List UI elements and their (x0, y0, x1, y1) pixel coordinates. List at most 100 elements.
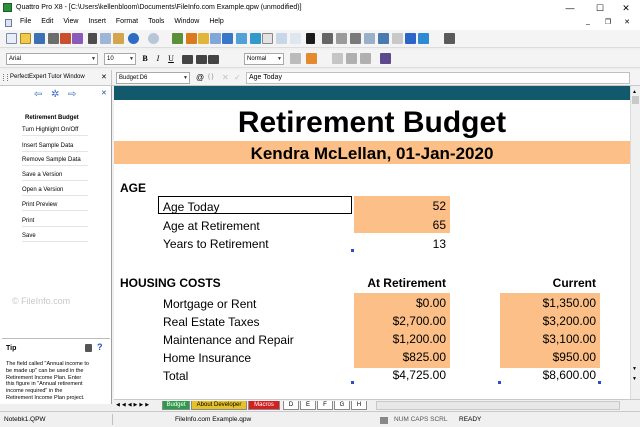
style-combo[interactable]: Normal ▼ (244, 53, 284, 65)
housing-current-value[interactable]: $1,350.00 (500, 296, 596, 310)
pin-icon[interactable] (85, 344, 92, 352)
quickfit-icon[interactable] (336, 33, 347, 44)
menu-edit[interactable]: Edit (41, 18, 53, 25)
font-size-combo[interactable]: 10 ▼ (104, 53, 136, 65)
print-icon[interactable] (48, 33, 59, 44)
housing-current-value[interactable]: $950.00 (500, 350, 596, 364)
menu-window[interactable]: Window (174, 18, 199, 25)
publish-pdf-icon[interactable] (60, 33, 71, 44)
font-combo[interactable]: Arial ▼ (6, 53, 98, 65)
grid-icon[interactable] (364, 33, 375, 44)
tab-budget[interactable]: Budget (162, 401, 190, 410)
tutor-item-save-version[interactable]: Save a Version (22, 169, 88, 181)
scroll-bottom-icon[interactable]: ▼ (632, 376, 637, 382)
text-box-icon[interactable] (222, 33, 233, 44)
sheet-view-icon[interactable] (378, 33, 389, 44)
tutor-item-save[interactable]: Save (22, 230, 88, 242)
text-color-icon[interactable] (444, 33, 455, 44)
insert-rows-icon[interactable] (276, 33, 287, 44)
text-color-icon[interactable] (332, 53, 343, 64)
underline-button[interactable]: U (166, 53, 176, 65)
forward-arrow-icon[interactable]: ⇨ (68, 89, 76, 100)
housing-current-value[interactable]: $3,100.00 (500, 332, 596, 346)
new-icon[interactable] (6, 33, 17, 44)
menu-file[interactable]: File (20, 18, 31, 25)
increase-decimal-icon[interactable] (346, 53, 357, 64)
status-file[interactable]: FileInfo.com Example.qpw (175, 416, 251, 423)
mdi-minimize-button[interactable]: _ (583, 18, 593, 25)
spreadsheet-area[interactable]: Retirement Budget Kendra McLellan, 01-Ja… (114, 86, 630, 399)
save-icon[interactable] (34, 33, 45, 44)
tab-e[interactable]: E (300, 401, 316, 410)
speedformat-icon[interactable] (380, 53, 391, 64)
help-icon[interactable]: ? (97, 342, 103, 352)
housing-current-value[interactable]: $3,200.00 (500, 314, 596, 328)
sum-icon[interactable] (306, 33, 315, 44)
input-line-field[interactable]: Age Today (246, 72, 630, 84)
cancel-edit-button[interactable]: ✕ (222, 73, 229, 82)
total-retirement-value[interactable]: $4,725.00 (354, 368, 446, 382)
crosshair-icon[interactable] (418, 33, 429, 44)
quattro-app-icon[interactable] (3, 3, 12, 12)
back-arrow-icon[interactable]: ⇦ (34, 89, 42, 100)
maximize-button[interactable]: ☐ (586, 0, 614, 16)
tab-d[interactable]: D (283, 401, 299, 410)
copy-icon[interactable] (100, 33, 111, 44)
insert-folder-icon[interactable] (198, 33, 209, 44)
align-left-icon[interactable] (182, 55, 193, 64)
confirm-edit-button[interactable]: ✓ (234, 73, 241, 82)
mdi-restore-button[interactable]: ❐ (603, 18, 613, 26)
bold-button[interactable]: B (140, 53, 150, 65)
tab-h[interactable]: H (351, 401, 367, 410)
quickfill-icon[interactable] (350, 33, 361, 44)
total-current-value[interactable]: $8,600.00 (500, 368, 596, 382)
menu-help[interactable]: Help (209, 18, 223, 25)
document-icon[interactable] (5, 19, 12, 27)
align-center-icon[interactable] (196, 55, 207, 64)
tutor-item-open-version[interactable]: Open a Version (22, 184, 88, 196)
tab-g[interactable]: G (334, 401, 350, 410)
cell-address-box[interactable]: Budget:D6 ▼ (116, 72, 190, 84)
image-icon[interactable] (236, 33, 247, 44)
tutor-pane-close-button[interactable]: ✕ (101, 89, 107, 97)
sort-icon[interactable] (322, 33, 333, 44)
insert-cells-icon[interactable] (262, 33, 273, 44)
menu-view[interactable]: View (63, 18, 78, 25)
open-folder-icon[interactable] (20, 33, 31, 44)
age-value[interactable]: 52 (354, 199, 446, 213)
housing-retirement-value[interactable]: $1,200.00 (354, 332, 446, 346)
tutor-item-remove-sample[interactable]: Remove Sample Data (22, 154, 88, 166)
undo-icon[interactable] (128, 33, 139, 44)
status-notebook[interactable]: Notebk1.QPW (4, 416, 46, 423)
insert-columns-icon[interactable] (290, 33, 301, 44)
tab-scroll-arrows-icon[interactable]: ◀◀◀▶▶▶ (116, 402, 151, 408)
check-spelling-icon[interactable] (172, 33, 183, 44)
tutor-item-highlight[interactable]: Turn Highlight On/Off (22, 124, 88, 136)
macro-button[interactable]: { } (208, 74, 214, 80)
age-value[interactable]: 13 (354, 237, 446, 251)
housing-retirement-value[interactable]: $825.00 (354, 350, 446, 364)
italic-button[interactable]: I (153, 53, 163, 65)
filter-icon[interactable] (392, 33, 403, 44)
scroll-thumb[interactable] (632, 96, 639, 104)
close-button[interactable]: ✕ (612, 0, 640, 16)
menu-tools[interactable]: Tools (148, 18, 164, 25)
draw-icon[interactable] (250, 33, 261, 44)
send-icon[interactable] (72, 33, 83, 44)
tutor-item-print[interactable]: Print (22, 215, 88, 227)
mdi-close-button[interactable]: ✕ (622, 18, 632, 26)
tab-f[interactable]: F (317, 401, 333, 410)
navigator-icon[interactable] (405, 33, 416, 44)
tutor-close-button[interactable]: ✕ (101, 73, 107, 81)
format-painter-icon[interactable] (186, 33, 197, 44)
vertical-scrollbar[interactable]: ▲ ▼ ▼ (630, 86, 640, 399)
tutor-item-print-preview[interactable]: Print Preview (22, 199, 88, 211)
menu-insert[interactable]: Insert (88, 18, 106, 25)
minimize-button[interactable]: — (556, 0, 584, 16)
decrease-decimal-icon[interactable] (360, 53, 371, 64)
line-drawing-icon[interactable] (290, 53, 301, 64)
paste-icon[interactable] (113, 33, 124, 44)
grip-icon[interactable] (3, 74, 8, 81)
scroll-down-icon[interactable]: ▼ (632, 366, 637, 372)
cut-icon[interactable] (88, 33, 97, 44)
